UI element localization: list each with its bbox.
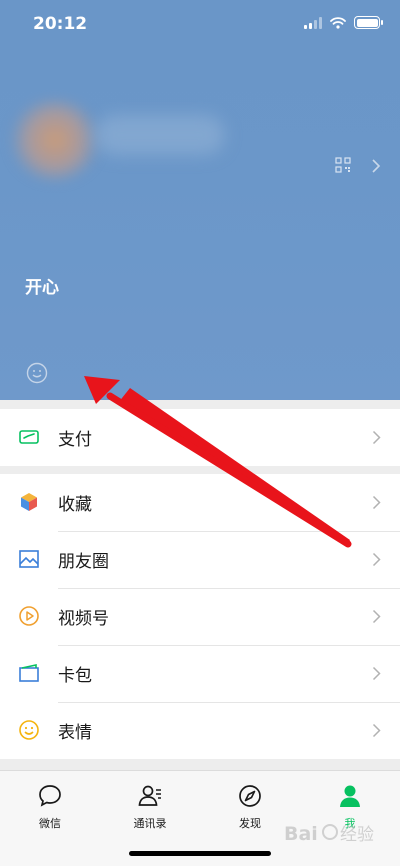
contacts-icon xyxy=(138,785,161,806)
tab-chats[interactable]: 微信 xyxy=(10,783,90,831)
channels-icon xyxy=(19,606,39,626)
menu-item-pay[interactable]: 支付 xyxy=(0,409,400,466)
home-indicator xyxy=(129,851,271,856)
svg-text:经验: 经验 xyxy=(340,825,374,845)
tab-contacts[interactable]: 通讯录 xyxy=(110,783,190,831)
menu-item-card-wallet[interactable]: 卡包 xyxy=(0,645,400,702)
svg-text:Bai: Bai xyxy=(284,823,318,845)
qr-code-icon[interactable] xyxy=(335,157,351,173)
menu-item-label: 支付 xyxy=(58,430,92,450)
tab-label: 发现 xyxy=(239,817,261,830)
profile-status-text[interactable]: 开心 xyxy=(25,273,59,298)
status-icons xyxy=(304,16,383,29)
menu-item-favorites[interactable]: 收藏 xyxy=(0,474,400,531)
chevron-right-icon xyxy=(372,495,381,510)
person-icon xyxy=(340,785,360,807)
chevron-right-icon xyxy=(372,666,381,681)
profile-name-blurred xyxy=(95,115,225,155)
favorites-icon xyxy=(21,493,37,511)
chevron-right-icon xyxy=(372,430,381,445)
tab-label: 通讯录 xyxy=(133,817,167,830)
menu-item-channels[interactable]: 视频号 xyxy=(0,588,400,645)
tab-discover[interactable]: 发现 xyxy=(210,783,290,831)
compass-icon xyxy=(239,785,261,807)
tab-label: 微信 xyxy=(39,817,61,830)
card-wallet-icon xyxy=(19,664,39,682)
menu-item-label: 表情 xyxy=(58,723,92,743)
status-time: 20:12 xyxy=(33,14,88,34)
chevron-right-icon[interactable] xyxy=(371,158,381,174)
chevron-right-icon xyxy=(372,723,381,738)
smiley-status-icon[interactable] xyxy=(26,362,48,384)
baidu-jingyan-watermark: Bai 经验 xyxy=(284,823,374,845)
moments-icon xyxy=(19,550,39,568)
menu-item-stickers[interactable]: 表情 xyxy=(0,702,400,759)
menu-item-label: 视频号 xyxy=(58,609,109,629)
menu-group-pay: 支付 xyxy=(0,409,400,466)
menu-group-main: 收藏 朋友圈 视频号 卡包 表情 xyxy=(0,474,400,759)
menu-item-moments[interactable]: 朋友圈 xyxy=(0,531,400,588)
chevron-right-icon xyxy=(372,609,381,624)
wifi-icon xyxy=(330,16,346,29)
avatar[interactable] xyxy=(10,100,100,180)
pay-icon xyxy=(19,430,39,444)
menu-item-label: 收藏 xyxy=(58,495,92,515)
signal-icon xyxy=(304,16,322,29)
battery-icon xyxy=(354,16,383,29)
menu-item-label: 卡包 xyxy=(58,666,92,686)
stickers-icon xyxy=(19,720,39,740)
menu-item-label: 朋友圈 xyxy=(58,552,109,572)
profile-header: 20:12 开心 xyxy=(0,0,400,400)
chevron-right-icon xyxy=(372,552,381,567)
chat-bubble-icon xyxy=(39,785,61,807)
